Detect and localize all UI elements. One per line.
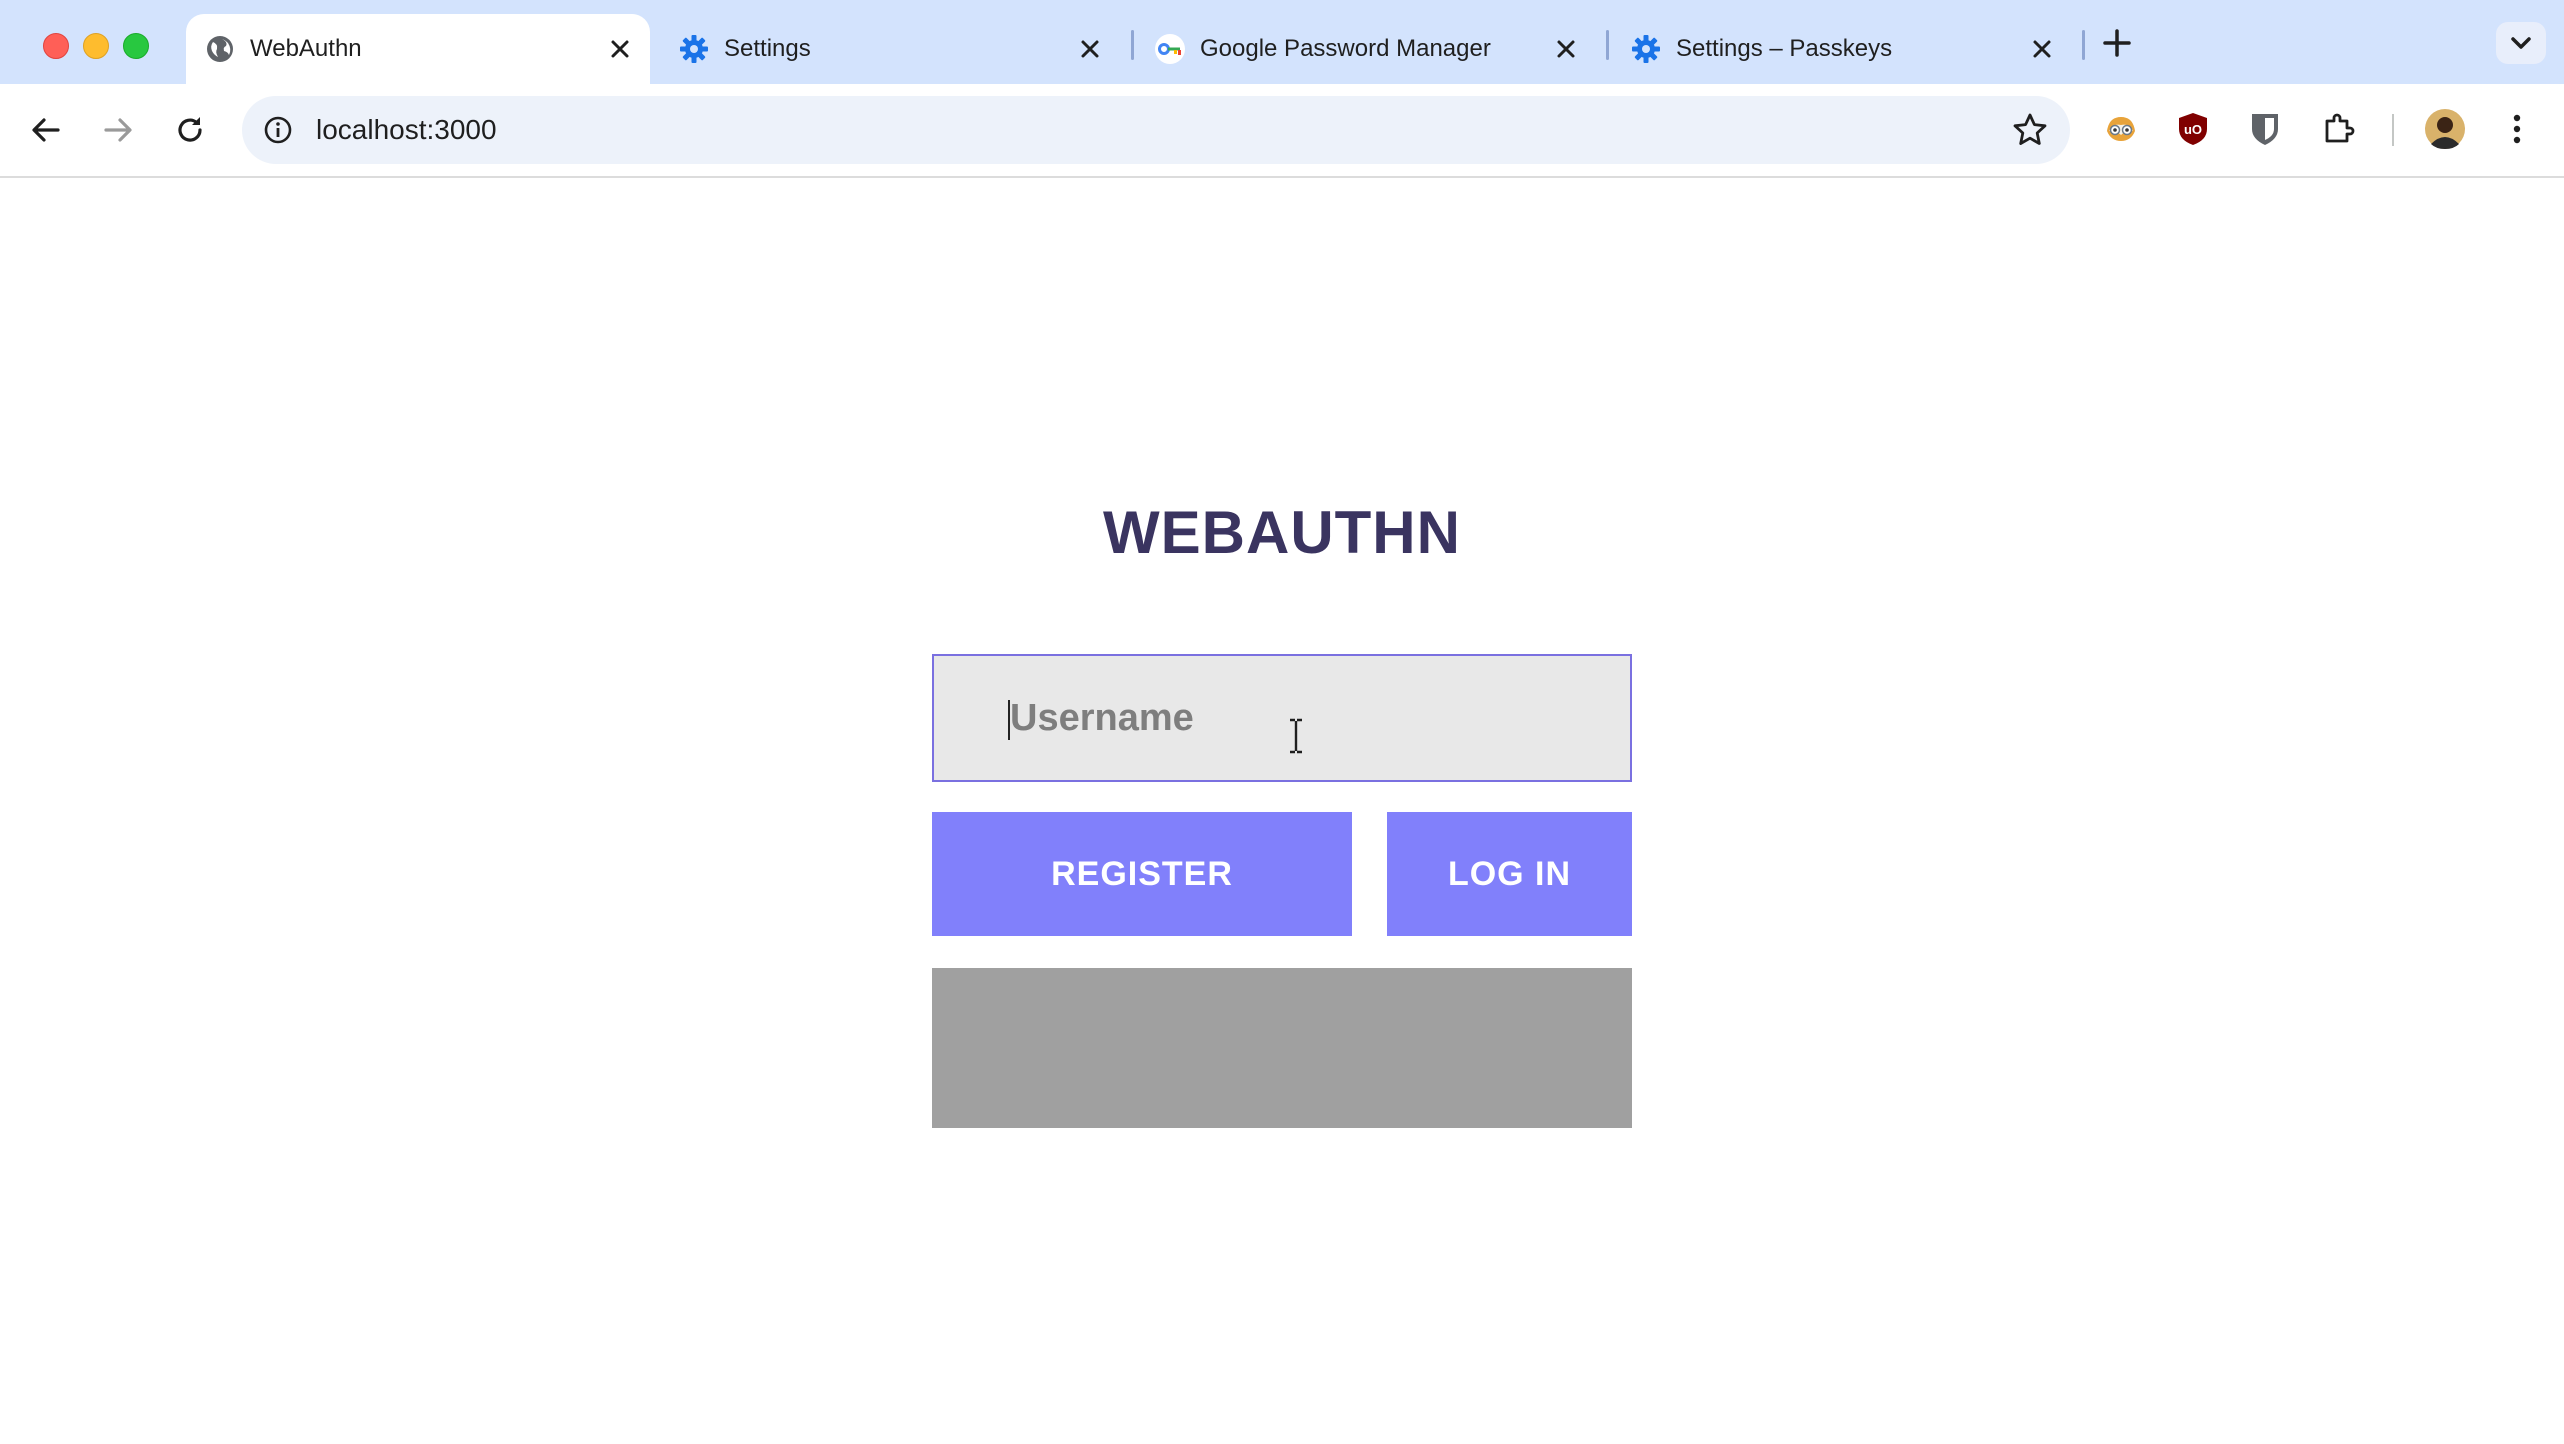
tab-title: WebAuthn — [250, 35, 362, 62]
tab-separator — [1131, 30, 1134, 60]
tab-strip: WebAuthn Settings Google Password Manage… — [0, 0, 2564, 84]
forward-button[interactable] — [96, 108, 140, 152]
tab-settings[interactable]: Settings — [660, 14, 1120, 84]
username-input[interactable] — [932, 654, 1632, 782]
close-icon[interactable] — [2028, 35, 2056, 63]
svg-text:uO: uO — [2184, 122, 2202, 137]
tab-separator — [1606, 30, 1609, 60]
text-caret — [1008, 700, 1010, 740]
gear-icon — [680, 35, 708, 63]
star-icon[interactable] — [2010, 110, 2050, 150]
extensions-puzzle-icon[interactable] — [2316, 106, 2362, 152]
register-button[interactable]: REGISTER — [932, 812, 1352, 936]
text-cursor-icon — [1290, 718, 1302, 754]
url-text[interactable]: localhost:3000 — [316, 96, 497, 164]
window-close-button[interactable] — [43, 33, 69, 59]
status-message-box — [932, 968, 1632, 1128]
page-title: WEBAUTHN — [1103, 499, 1461, 566]
arrow-left-icon — [32, 118, 60, 142]
tab-separator — [2082, 30, 2085, 60]
tab-webauthn[interactable]: WebAuthn — [186, 14, 650, 84]
tab-title: Google Password Manager — [1200, 35, 1491, 62]
globe-icon — [207, 36, 233, 62]
password-key-icon — [1155, 34, 1185, 64]
back-button[interactable] — [24, 108, 68, 152]
close-icon[interactable] — [1076, 35, 1104, 63]
arrow-right-icon — [104, 118, 132, 142]
profile-avatar-icon[interactable] — [2422, 106, 2468, 152]
page-content: WEBAUTHN REGISTER LOG IN — [0, 178, 2564, 1444]
site-info-icon[interactable] — [260, 112, 296, 148]
window-maximize-button[interactable] — [123, 33, 149, 59]
more-menu-icon[interactable] — [2494, 106, 2540, 152]
privacy-badger-icon[interactable] — [2098, 106, 2144, 152]
bitwarden-icon[interactable] — [2242, 106, 2288, 152]
chevron-down-icon — [2511, 37, 2531, 49]
ublock-origin-icon[interactable]: uO — [2170, 106, 2216, 152]
reload-icon — [178, 117, 202, 142]
browser-toolbar: localhost:3000 uO — [0, 84, 2564, 178]
address-bar[interactable]: localhost:3000 — [242, 96, 2070, 164]
tab-title: Settings – Passkeys — [1676, 35, 1893, 62]
login-button[interactable]: LOG IN — [1387, 812, 1632, 936]
gear-icon — [1632, 35, 1660, 63]
tab-google-password-manager[interactable]: Google Password Manager — [1136, 14, 1596, 84]
tab-search-button[interactable] — [2496, 22, 2546, 64]
close-icon[interactable] — [1552, 35, 1580, 63]
tab-settings-passkeys[interactable]: Settings – Passkeys — [1612, 14, 2072, 84]
reload-button[interactable] — [168, 108, 212, 152]
window-minimize-button[interactable] — [83, 33, 109, 59]
tab-title: Settings — [724, 35, 811, 62]
close-icon[interactable] — [606, 35, 634, 63]
new-tab-icon[interactable] — [2100, 26, 2134, 60]
toolbar-divider — [2392, 114, 2394, 146]
